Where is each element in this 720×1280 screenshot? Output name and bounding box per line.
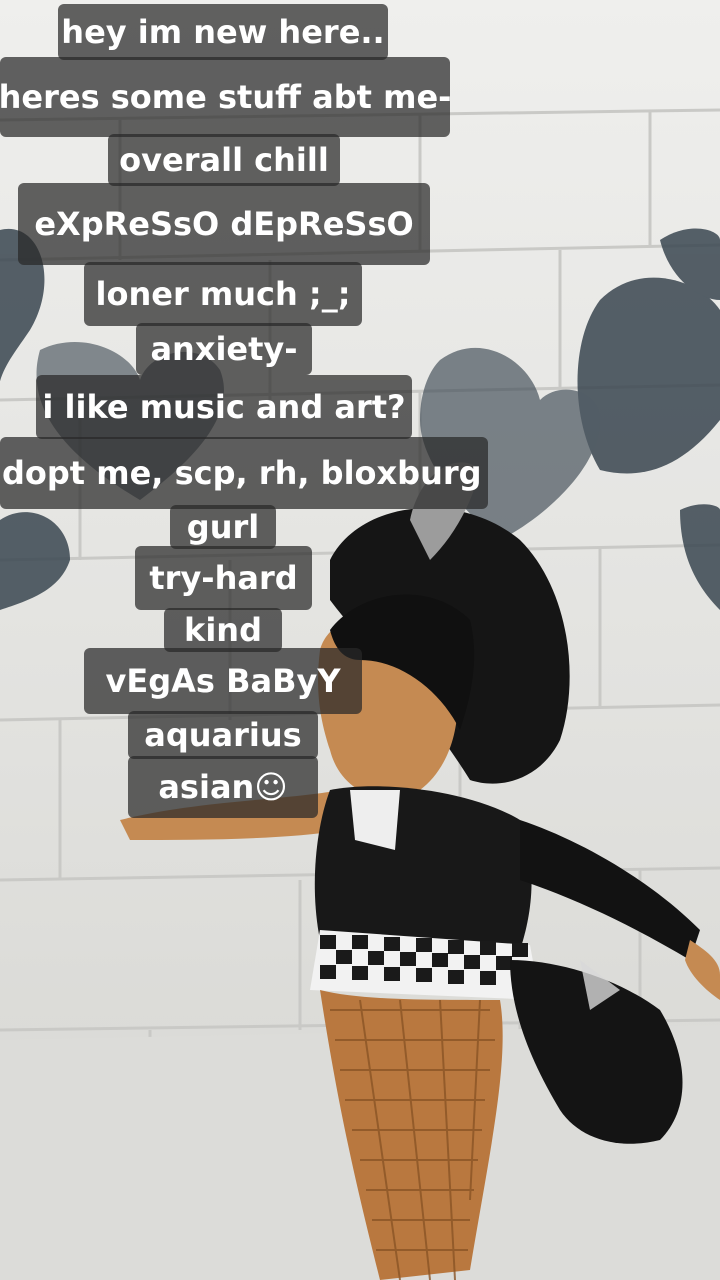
caption-line: loner much ;_; bbox=[84, 262, 362, 326]
caption-line: anxiety- bbox=[136, 323, 312, 375]
caption-line: heres some stuff abt me- bbox=[0, 57, 451, 137]
caption-stack: hey im new here.. heres some stuff abt m… bbox=[0, 0, 720, 1280]
caption-line: i like music and art? bbox=[36, 375, 412, 439]
caption-line: asian☺ bbox=[128, 756, 318, 818]
caption-line: try-hard bbox=[135, 546, 312, 610]
caption-line: aquarius bbox=[128, 711, 318, 759]
caption-line: vEgAs BaByY bbox=[84, 648, 362, 714]
caption-line: overall chill bbox=[108, 134, 340, 186]
caption-line: gurl bbox=[170, 505, 276, 549]
caption-line: eXpReSsO dEpReSsO bbox=[18, 183, 430, 265]
video-frame: hey im new here.. heres some stuff abt m… bbox=[0, 0, 720, 1280]
caption-line: kind bbox=[164, 608, 282, 652]
caption-line: hey im new here.. bbox=[58, 4, 388, 60]
caption-line: dopt me, scp, rh, bloxburg bbox=[0, 437, 488, 509]
